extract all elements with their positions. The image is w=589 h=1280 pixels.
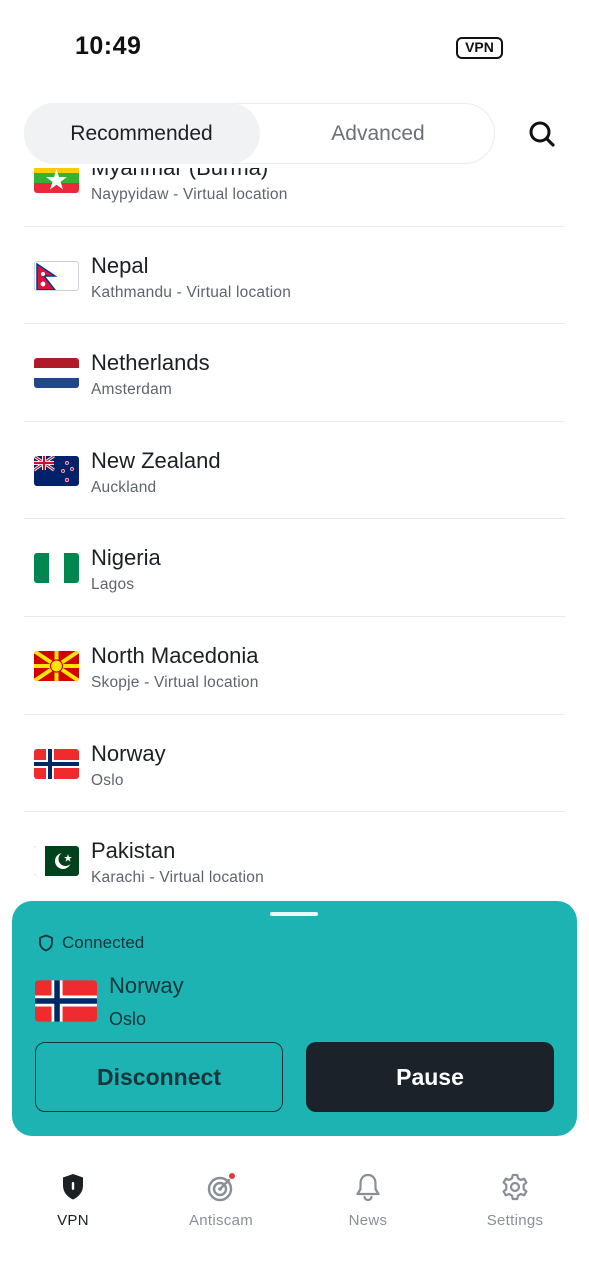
disconnect-button[interactable]: Disconnect: [35, 1042, 283, 1112]
pause-button[interactable]: Pause: [306, 1042, 554, 1112]
location-city: Naypyidaw - Virtual location: [91, 186, 288, 203]
location-row-new-zealand[interactable]: New Zealand Auckland: [24, 422, 565, 520]
nav-item-vpn[interactable]: VPN: [18, 1170, 128, 1240]
connected-city: Oslo: [109, 1009, 147, 1029]
norway-flag-icon: [34, 748, 79, 779]
nigeria-flag-icon: [34, 553, 79, 584]
location-city: Skopje - Virtual location: [91, 674, 259, 691]
search-icon: [529, 121, 555, 147]
location-city: Lagos: [91, 576, 135, 594]
drag-handle[interactable]: [270, 912, 318, 916]
notification-dot: [229, 1173, 235, 1179]
nav-label: Settings: [486, 1212, 544, 1229]
location-row-myanmar[interactable]: Myanmar (Burma) Naypyidaw - Virtual loca…: [24, 168, 565, 227]
gear-icon: [502, 1173, 528, 1201]
vpn-shield-icon: [63, 1174, 83, 1200]
location-country: Nepal: [91, 252, 149, 278]
location-city: Oslo: [91, 771, 124, 789]
location-row-norway[interactable]: Norway Oslo: [24, 715, 565, 813]
pakistan-flag-icon: [34, 846, 79, 877]
search-button[interactable]: [524, 116, 560, 152]
location-country: Pakistan: [91, 838, 176, 864]
myanmar-flag-icon: [34, 168, 79, 193]
tab-advanced[interactable]: Advanced: [260, 103, 496, 164]
location-row-netherlands[interactable]: Netherlands Amsterdam: [24, 324, 565, 422]
nav-label: VPN: [57, 1212, 89, 1229]
north-macedonia-flag-icon: [34, 651, 79, 681]
location-country: Myanmar (Burma): [91, 168, 268, 181]
vpn-status-badge: VPN: [456, 37, 503, 59]
connected-country: Norway: [109, 973, 184, 998]
location-country: Netherlands: [91, 350, 210, 376]
nav-item-news[interactable]: News: [313, 1170, 423, 1240]
status-bar: 10:49 VPN: [0, 0, 589, 95]
bottom-nav: VPN Antiscam News Settings: [0, 1150, 589, 1280]
location-city: Karachi - Virtual location: [91, 869, 264, 887]
norway-flag-icon: [35, 980, 97, 1022]
nav-item-antiscam[interactable]: Antiscam: [166, 1170, 276, 1240]
shield-icon: [39, 934, 53, 952]
location-country: North Macedonia: [91, 643, 259, 668]
location-mode-toggle: Recommended Advanced: [23, 102, 496, 164]
nav-label: Antiscam: [188, 1212, 254, 1229]
tab-recommended[interactable]: Recommended: [23, 102, 260, 164]
location-country: Nigeria: [91, 545, 161, 571]
connection-card: Connected Norway Oslo Disconnect Pause: [12, 901, 577, 1136]
location-row-north-macedonia[interactable]: North Macedonia Skopje - Virtual locatio…: [24, 617, 565, 715]
nav-item-settings[interactable]: Settings: [460, 1170, 570, 1240]
location-country: New Zealand: [91, 447, 221, 473]
location-city: Auckland: [91, 478, 157, 496]
location-row-nigeria[interactable]: Nigeria Lagos: [24, 519, 565, 617]
connection-status-text: Connected: [62, 933, 145, 952]
location-city: Amsterdam: [91, 381, 173, 399]
location-list[interactable]: Myanmar (Burma) Naypyidaw - Virtual loca…: [0, 168, 589, 903]
nav-label: News: [348, 1212, 388, 1229]
location-row-pakistan[interactable]: Pakistan Karachi - Virtual location: [24, 812, 565, 903]
nepal-flag-icon: [34, 260, 79, 291]
antiscam-radar-icon: [207, 1173, 235, 1202]
location-country: Norway: [91, 740, 166, 766]
netherlands-flag-icon: [34, 358, 79, 389]
bell-icon: [356, 1173, 380, 1202]
location-row-nepal[interactable]: Nepal Kathmandu - Virtual location: [24, 227, 565, 325]
status-time: 10:49: [75, 32, 142, 60]
new-zealand-flag-icon: [34, 455, 79, 486]
location-city: Kathmandu - Virtual location: [91, 283, 292, 301]
